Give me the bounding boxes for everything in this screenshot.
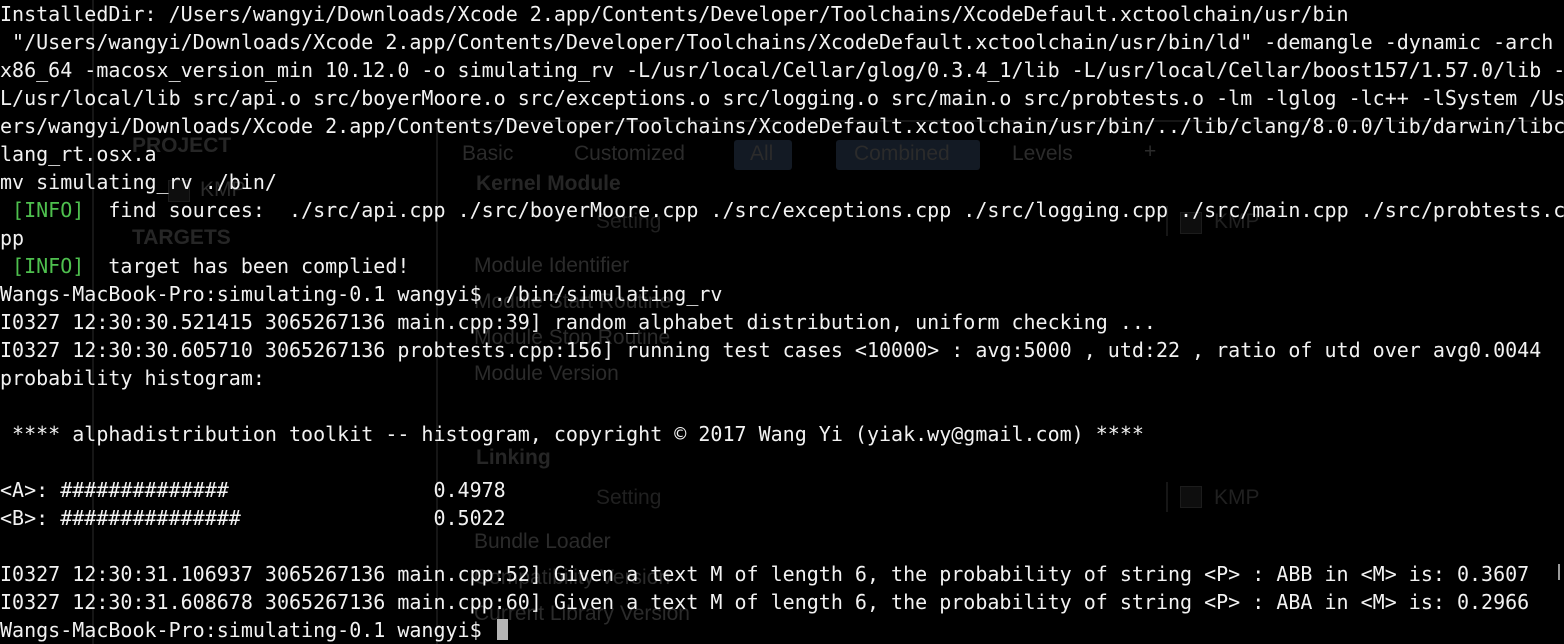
terminal-line-text: probability histogram: [0,366,265,390]
terminal-line-text: Wangs-MacBook-Pro:simulating-0.1 wangyi$ [0,618,494,642]
terminal-line-text: pp [0,226,25,250]
terminal-line: pp [0,224,1564,252]
terminal-line: probability histogram: [0,364,1564,392]
terminal-cursor[interactable] [496,619,508,640]
terminal-line: Wangs-MacBook-Pro:simulating-0.1 wangyi$… [0,280,1564,308]
terminal-line-text: x86_64 -macosx_version_min 10.12.0 -o si… [0,58,1564,82]
terminal-line: lang_rt.osx.a [0,140,1564,168]
terminal-window[interactable]: PROJECT KMP TARGETS Basic Customized All… [0,0,1564,644]
terminal-line-text: InstalledDir: /Users/wangyi/Downloads/Xc… [0,2,1349,26]
info-tag: [INFO] [0,198,85,222]
terminal-line-text: <B>: ############### 0.5022 [0,506,506,530]
terminal-line-text: ers/wangyi/Downloads/Xcode 2.app/Content… [0,114,1564,138]
terminal-line: "/Users/wangyi/Downloads/Xcode 2.app/Con… [0,28,1564,56]
terminal-line: ers/wangyi/Downloads/Xcode 2.app/Content… [0,112,1564,140]
terminal-line: x86_64 -macosx_version_min 10.12.0 -o si… [0,56,1564,84]
terminal-line: I0327 12:30:31.608678 3065267136 main.cp… [0,588,1564,616]
terminal-output[interactable]: InstalledDir: /Users/wangyi/Downloads/Xc… [0,0,1564,644]
terminal-line: **** alphadistribution toolkit -- histog… [0,420,1564,448]
terminal-line: I0327 12:30:30.605710 3065267136 probtes… [0,336,1564,364]
terminal-line: <B>: ############### 0.5022 [0,504,1564,532]
terminal-line-text: I0327 12:30:30.605710 3065267136 probtes… [0,338,1542,362]
terminal-line-text: L/usr/local/lib src/api.o src/boyerMoore… [0,86,1564,110]
terminal-line: [INFO] target has been complied! [0,252,1564,280]
info-tag: [INFO] [0,254,85,278]
terminal-line: I0327 12:30:30.521415 3065267136 main.cp… [0,308,1564,336]
terminal-line: InstalledDir: /Users/wangyi/Downloads/Xc… [0,0,1564,28]
terminal-line-text: I0327 12:30:31.608678 3065267136 main.cp… [0,590,1530,614]
terminal-line: <A>: ############## 0.4978 [0,476,1564,504]
terminal-line-text: Wangs-MacBook-Pro:simulating-0.1 wangyi$… [0,282,723,306]
scroll-indicator [1558,564,1560,580]
terminal-line-text: **** alphadistribution toolkit -- histog… [0,422,1144,446]
terminal-line: I0327 12:30:31.106937 3065267136 main.cp… [0,560,1564,588]
terminal-line: [INFO] find sources: ./src/api.cpp ./src… [0,196,1564,224]
terminal-line-text: I0327 12:30:30.521415 3065267136 main.cp… [0,310,1156,334]
terminal-line-text: lang_rt.osx.a [0,142,157,166]
terminal-line: Wangs-MacBook-Pro:simulating-0.1 wangyi$ [0,616,1564,644]
terminal-line: mv simulating_rv ./bin/ [0,168,1564,196]
terminal-line-text: find sources: ./src/api.cpp ./src/boyerM… [84,198,1564,222]
terminal-line-text: mv simulating_rv ./bin/ [0,170,277,194]
terminal-line-text: <A>: ############## 0.4978 [0,478,506,502]
terminal-line-text: "/Users/wangyi/Downloads/Xcode 2.app/Con… [0,30,1554,54]
terminal-line: L/usr/local/lib src/api.o src/boyerMoore… [0,84,1564,112]
terminal-line-text: I0327 12:30:31.106937 3065267136 main.cp… [0,562,1530,586]
terminal-line-text: target has been complied! [84,254,410,278]
